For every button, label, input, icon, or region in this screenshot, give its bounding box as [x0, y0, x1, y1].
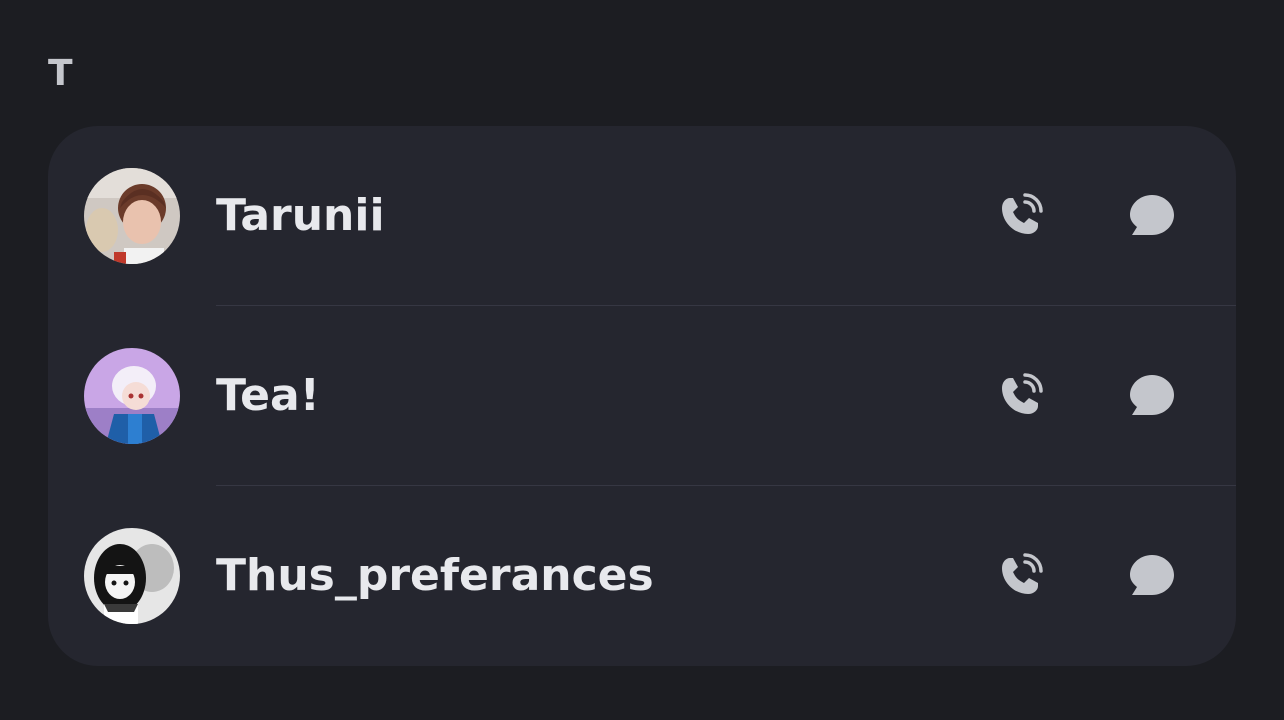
phone-call-icon	[996, 552, 1044, 600]
contact-name: Tea!	[216, 370, 320, 421]
call-button[interactable]	[990, 366, 1050, 426]
phone-call-icon	[996, 192, 1044, 240]
contact-row-tea[interactable]: Tea!	[48, 306, 1236, 486]
avatar[interactable]	[84, 348, 180, 444]
contact-list-card: Tarunii Tea! Thus_preferances	[48, 126, 1236, 666]
message-button[interactable]	[1121, 546, 1181, 606]
call-button[interactable]	[990, 546, 1050, 606]
message-button[interactable]	[1121, 186, 1181, 246]
chat-bubble-icon	[1126, 192, 1176, 240]
message-button[interactable]	[1121, 366, 1181, 426]
avatar[interactable]	[84, 168, 180, 264]
chat-bubble-icon	[1126, 552, 1176, 600]
contact-name: Tarunii	[216, 190, 385, 241]
contact-row-thus-preferances[interactable]: Thus_preferances	[48, 486, 1236, 666]
avatar[interactable]	[84, 528, 180, 624]
contact-row-tarunii[interactable]: Tarunii	[48, 126, 1236, 306]
call-button[interactable]	[990, 186, 1050, 246]
section-letter-header: T	[48, 53, 73, 94]
chat-bubble-icon	[1126, 372, 1176, 420]
contact-name: Thus_preferances	[216, 550, 654, 601]
phone-call-icon	[996, 372, 1044, 420]
